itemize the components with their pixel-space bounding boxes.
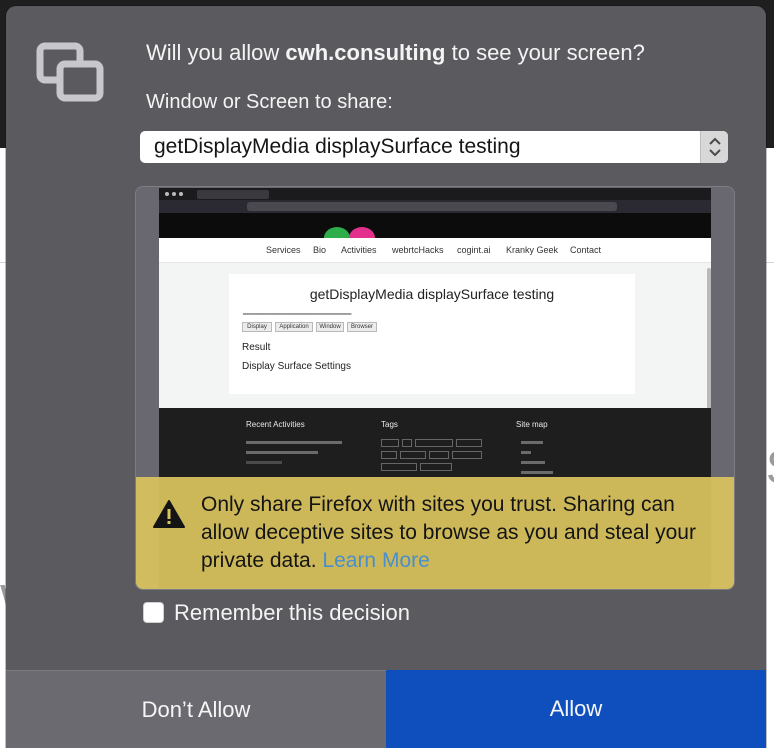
preview-nav-item: Bio [313, 245, 327, 255]
preview-mini-button: Application [275, 322, 313, 332]
preview-footer-tag [402, 439, 412, 447]
preview-footer-tag [381, 451, 397, 459]
preview-footer-text [246, 461, 282, 464]
preview-urlbar [247, 202, 617, 211]
dont-allow-button[interactable]: Don’t Allow [6, 670, 386, 748]
title-prefix: Will you allow [146, 40, 286, 65]
preview-footer-tag [415, 439, 453, 447]
preview-window-dot [172, 192, 176, 196]
allow-button[interactable]: Allow [386, 670, 766, 748]
warning-text: Only share Firefox with sites you trust.… [201, 493, 696, 572]
share-preview: Services Bio Activities webrtcHacks cogi… [135, 186, 735, 590]
security-warning: Only share Firefox with sites you trust.… [136, 477, 734, 589]
preview-tab [197, 190, 269, 199]
preview-footer-tag [381, 463, 417, 471]
selected-source: getDisplayMedia displaySurface testing [154, 135, 521, 158]
preview-nav-item: Contact [570, 245, 602, 255]
preview-nav-item: Activities [341, 245, 377, 255]
share-source-label: Window or Screen to share: [146, 91, 393, 113]
preview-nav-item: Services [266, 245, 301, 255]
preview-footer-text [521, 471, 553, 474]
preview-footer-heading: Recent Activities [246, 420, 305, 429]
preview-nav-item: Kranky Geek [506, 245, 559, 255]
preview-card: getDisplayMedia displaySurface testing ━… [229, 274, 635, 394]
preview-settings-label: Display Surface Settings [242, 361, 351, 372]
preview-mini-button: Display [242, 322, 272, 332]
preview-mini-button: Window [316, 322, 344, 332]
preview-tabbar [159, 188, 711, 200]
preview-window-dot [179, 192, 183, 196]
preview-footer-text [246, 441, 342, 444]
preview-footer-text [521, 441, 543, 444]
warning-message: Only share Firefox with sites you trust.… [201, 491, 721, 575]
preview-window-dot [165, 192, 169, 196]
preview-footer-text [521, 461, 545, 464]
site-name: cwh.consulting [285, 40, 446, 65]
remember-checkbox[interactable] [143, 602, 164, 623]
remember-label[interactable]: Remember this decision [174, 600, 410, 626]
preview-footer-text [246, 451, 318, 454]
title-suffix: to see your screen? [445, 40, 645, 65]
background-glyph: S [766, 440, 774, 494]
warning-triangle-icon [153, 500, 185, 528]
preview-footer-tag [420, 463, 452, 471]
preview-site-nav: Services Bio Activities webrtcHacks cogi… [159, 238, 711, 263]
preview-card-description: ━━━━━━━━━━━━━━━━━━━━━━━━━━━━━━ [243, 312, 352, 318]
share-source-select[interactable]: getDisplayMedia displaySurface testing [140, 131, 728, 163]
preview-result-label: Result [242, 342, 271, 353]
preview-footer-tag [400, 451, 426, 459]
preview-site-header [159, 213, 711, 249]
dialog-title: Will you allow cwh.consulting to see you… [146, 40, 645, 66]
preview-footer-tag [452, 451, 482, 459]
screen-share-dialog: Will you allow cwh.consulting to see you… [6, 6, 766, 748]
preview-footer-heading: Site map [516, 420, 548, 429]
screen-share-icon [36, 42, 104, 102]
preview-mini-button: Browser [347, 322, 377, 332]
preview-nav-item: webrtcHacks [392, 245, 444, 255]
preview-footer-text [521, 451, 531, 454]
preview-footer-heading: Tags [381, 420, 398, 429]
preview-footer-tag [429, 451, 449, 459]
learn-more-link[interactable]: Learn More [322, 549, 429, 572]
preview-card-title: getDisplayMedia displaySurface testing [309, 286, 555, 302]
preview-footer-tag [381, 439, 399, 447]
preview-nav-item: cogint.ai [457, 245, 491, 255]
updown-chevron-icon[interactable] [700, 131, 728, 163]
preview-footer-tag [456, 439, 482, 447]
